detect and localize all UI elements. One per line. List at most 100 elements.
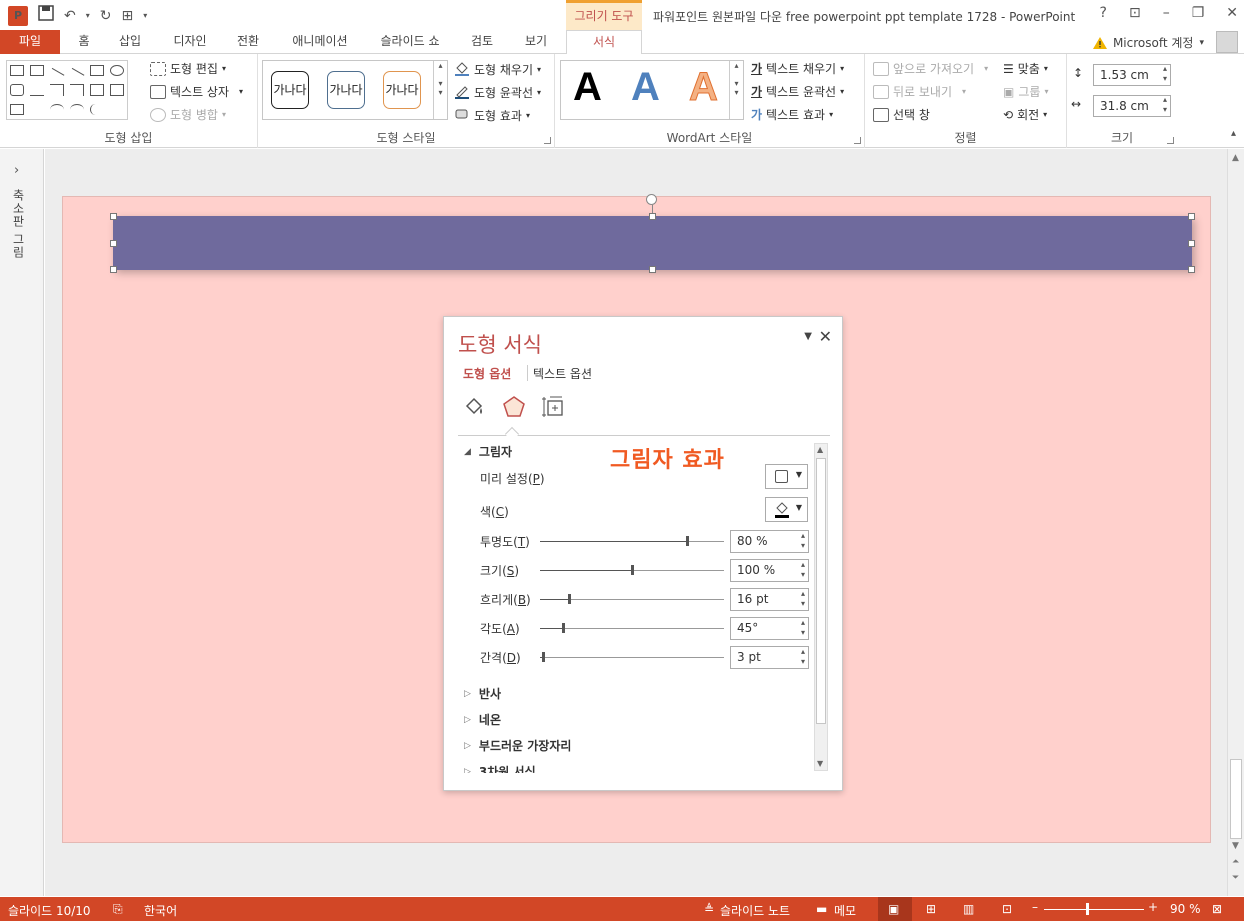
save-icon[interactable] xyxy=(38,5,54,26)
shapes-gallery[interactable] xyxy=(6,60,128,120)
rotate-handle[interactable] xyxy=(646,194,657,205)
wordart-sample-black[interactable]: A xyxy=(573,65,602,110)
bring-forward-button[interactable]: 앞으로 가져오기 ▾ xyxy=(873,60,988,77)
close-icon[interactable]: ✕ xyxy=(1226,5,1238,21)
textbox-shape-icon[interactable] xyxy=(10,65,24,77)
tab-view[interactable]: 보기 xyxy=(518,30,554,54)
resize-handle-bottom[interactable] xyxy=(649,266,656,273)
minimize-icon[interactable]: – xyxy=(1163,5,1170,21)
size-properties-icon[interactable] xyxy=(542,395,566,419)
powerpoint-logo-icon[interactable]: P xyxy=(8,5,28,26)
resize-handle-top[interactable] xyxy=(649,213,656,220)
rotate-button[interactable]: ⟲ 회전 ▾ xyxy=(1003,106,1047,123)
resize-handle-left[interactable] xyxy=(110,240,117,247)
fit-slide-icon[interactable]: ⊠ xyxy=(1212,902,1222,916)
gallery-scroll-icon[interactable]: ▴ ▾ ▾ xyxy=(729,61,743,119)
workspace-scrollbar[interactable]: ▲ ▼ ⏶ ⏷ xyxy=(1227,149,1244,896)
resize-handle-top-left[interactable] xyxy=(110,213,117,220)
reading-view-icon[interactable]: ▥ xyxy=(963,902,974,916)
scroll-up-icon[interactable]: ▲ xyxy=(817,445,823,454)
tab-animations[interactable]: 애니메이션 xyxy=(284,30,356,54)
line-shape-icon[interactable] xyxy=(49,67,65,80)
text-outline-button[interactable]: 가 텍스트 윤곽선 ▾ xyxy=(751,83,844,100)
selection-pane-button[interactable]: 선택 창 xyxy=(873,106,930,123)
more-shapes-icon[interactable] xyxy=(110,104,124,115)
curve-shape-icon[interactable] xyxy=(50,103,64,115)
zoom-slider-thumb[interactable] xyxy=(1086,903,1089,915)
scroll-down-icon[interactable]: ▼ xyxy=(817,759,823,768)
shape-effects-button[interactable]: 도형 효과 ▾ xyxy=(454,106,530,125)
scroll-up-icon[interactable]: ▲ xyxy=(1232,153,1239,163)
blur-input[interactable]: 16 pt xyxy=(730,588,809,611)
blur-slider-thumb[interactable] xyxy=(568,594,571,604)
notes-button[interactable]: 슬라이드 노트 xyxy=(720,902,790,919)
scrollbar-thumb[interactable] xyxy=(1230,759,1242,839)
rounded-rectangle-shape-icon[interactable] xyxy=(10,84,24,96)
tab-review[interactable]: 검토 xyxy=(464,30,500,54)
ribbon-display-icon[interactable]: ⊡ xyxy=(1129,5,1141,21)
dialog-launcher-icon[interactable] xyxy=(1167,137,1174,144)
avatar[interactable] xyxy=(1216,31,1238,53)
align-button[interactable]: ☰ 맞춤 ▾ xyxy=(1003,60,1048,77)
spelling-icon[interactable]: ⎘ xyxy=(113,902,123,917)
fill-line-icon[interactable] xyxy=(462,395,486,419)
group-button[interactable]: ▣ 그룹 ▾ xyxy=(1003,83,1048,100)
section-reflection[interactable]: ▷ 반사 xyxy=(464,685,501,702)
elbow-connector-shape-icon[interactable] xyxy=(50,84,64,96)
selected-rectangle-shape[interactable] xyxy=(113,216,1192,270)
wordart-sample-blue[interactable]: A xyxy=(631,65,660,110)
angle-slider-thumb[interactable] xyxy=(562,623,565,633)
dialog-launcher-icon[interactable] xyxy=(854,137,861,144)
pane-options-icon[interactable]: ▼ xyxy=(804,331,812,342)
distance-input[interactable]: 3 pt xyxy=(730,646,809,669)
pane-scrollbar-thumb[interactable] xyxy=(816,458,826,724)
gallery-scroll-icon[interactable]: ▴ ▾ ▾ xyxy=(433,61,447,119)
shape-width-input[interactable]: 31.8 cm xyxy=(1093,95,1171,117)
wordart-gallery[interactable]: A A A ▴ ▾ ▾ xyxy=(560,60,744,120)
arrow-shape-icon[interactable] xyxy=(69,67,85,80)
slide-sorter-icon[interactable]: ⊞ xyxy=(926,902,936,916)
lightning-shape-icon[interactable] xyxy=(30,104,44,115)
right-arrow-shape-icon[interactable] xyxy=(90,84,104,96)
text-box-button[interactable]: 텍스트 상자 ▾ xyxy=(150,83,243,100)
callout-shape-icon[interactable] xyxy=(10,103,24,115)
shape-style-sample-2[interactable]: 가나다 xyxy=(327,71,365,109)
wordart-sample-orange[interactable]: A xyxy=(689,65,719,110)
tab-text-options[interactable]: 텍스트 옵션 xyxy=(533,365,592,382)
size-slider-thumb[interactable] xyxy=(631,565,634,575)
tab-home[interactable]: 홈 xyxy=(72,30,96,54)
tab-transitions[interactable]: 전환 xyxy=(230,30,266,54)
restore-icon[interactable]: ❐ xyxy=(1192,5,1205,21)
section-shadow[interactable]: ◢ 그림자 xyxy=(464,443,512,460)
help-icon[interactable]: ? xyxy=(1100,5,1107,21)
account-menu[interactable]: Microsoft 계정 ▾ xyxy=(1092,34,1204,51)
size-slider[interactable] xyxy=(540,565,724,575)
comments-icon[interactable]: ▬ xyxy=(816,902,827,916)
oval-shape-icon[interactable] xyxy=(110,65,124,77)
arc-shape-icon[interactable] xyxy=(70,103,84,115)
down-arrow-shape-icon[interactable] xyxy=(110,84,124,96)
zoom-level[interactable]: 90 % xyxy=(1170,902,1201,916)
close-icon[interactable]: ✕ xyxy=(819,327,832,346)
text-fill-button[interactable]: 가 텍스트 채우기 ▾ xyxy=(751,60,844,77)
language-indicator[interactable]: 한국어 xyxy=(144,902,177,919)
text-effects-button[interactable]: 가 텍스트 효과 ▾ xyxy=(751,106,833,123)
send-backward-button[interactable]: 뒤로 보내기 ▾ xyxy=(873,83,966,100)
shape-height-input[interactable]: 1.53 cm xyxy=(1093,64,1171,86)
resize-handle-bottom-left[interactable] xyxy=(110,266,117,273)
tab-shape-options[interactable]: 도형 옵션 xyxy=(463,365,511,382)
transparency-slider[interactable] xyxy=(540,536,724,546)
shadow-color-dropdown[interactable]: ▼ xyxy=(765,497,808,522)
zoom-in-icon[interactable]: + xyxy=(1148,900,1158,914)
slideshow-view-icon[interactable]: ⊡ xyxy=(1002,902,1012,916)
shape-styles-gallery[interactable]: 가나다 가나다 가나다 ▴ ▾ ▾ xyxy=(262,60,448,120)
rectangle-shape-icon[interactable] xyxy=(90,65,104,77)
zoom-slider[interactable] xyxy=(1044,909,1144,910)
section-glow[interactable]: ▷ 네온 xyxy=(464,711,501,728)
vertical-textbox-shape-icon[interactable] xyxy=(30,65,44,77)
distance-slider-thumb[interactable] xyxy=(542,652,545,662)
shape-outline-button[interactable]: 도형 윤곽선 ▾ xyxy=(454,83,541,102)
triangle-shape-icon[interactable] xyxy=(30,84,44,96)
angle-slider[interactable] xyxy=(540,623,724,633)
edit-shape-button[interactable]: 도형 편집 ▾ xyxy=(150,60,226,77)
